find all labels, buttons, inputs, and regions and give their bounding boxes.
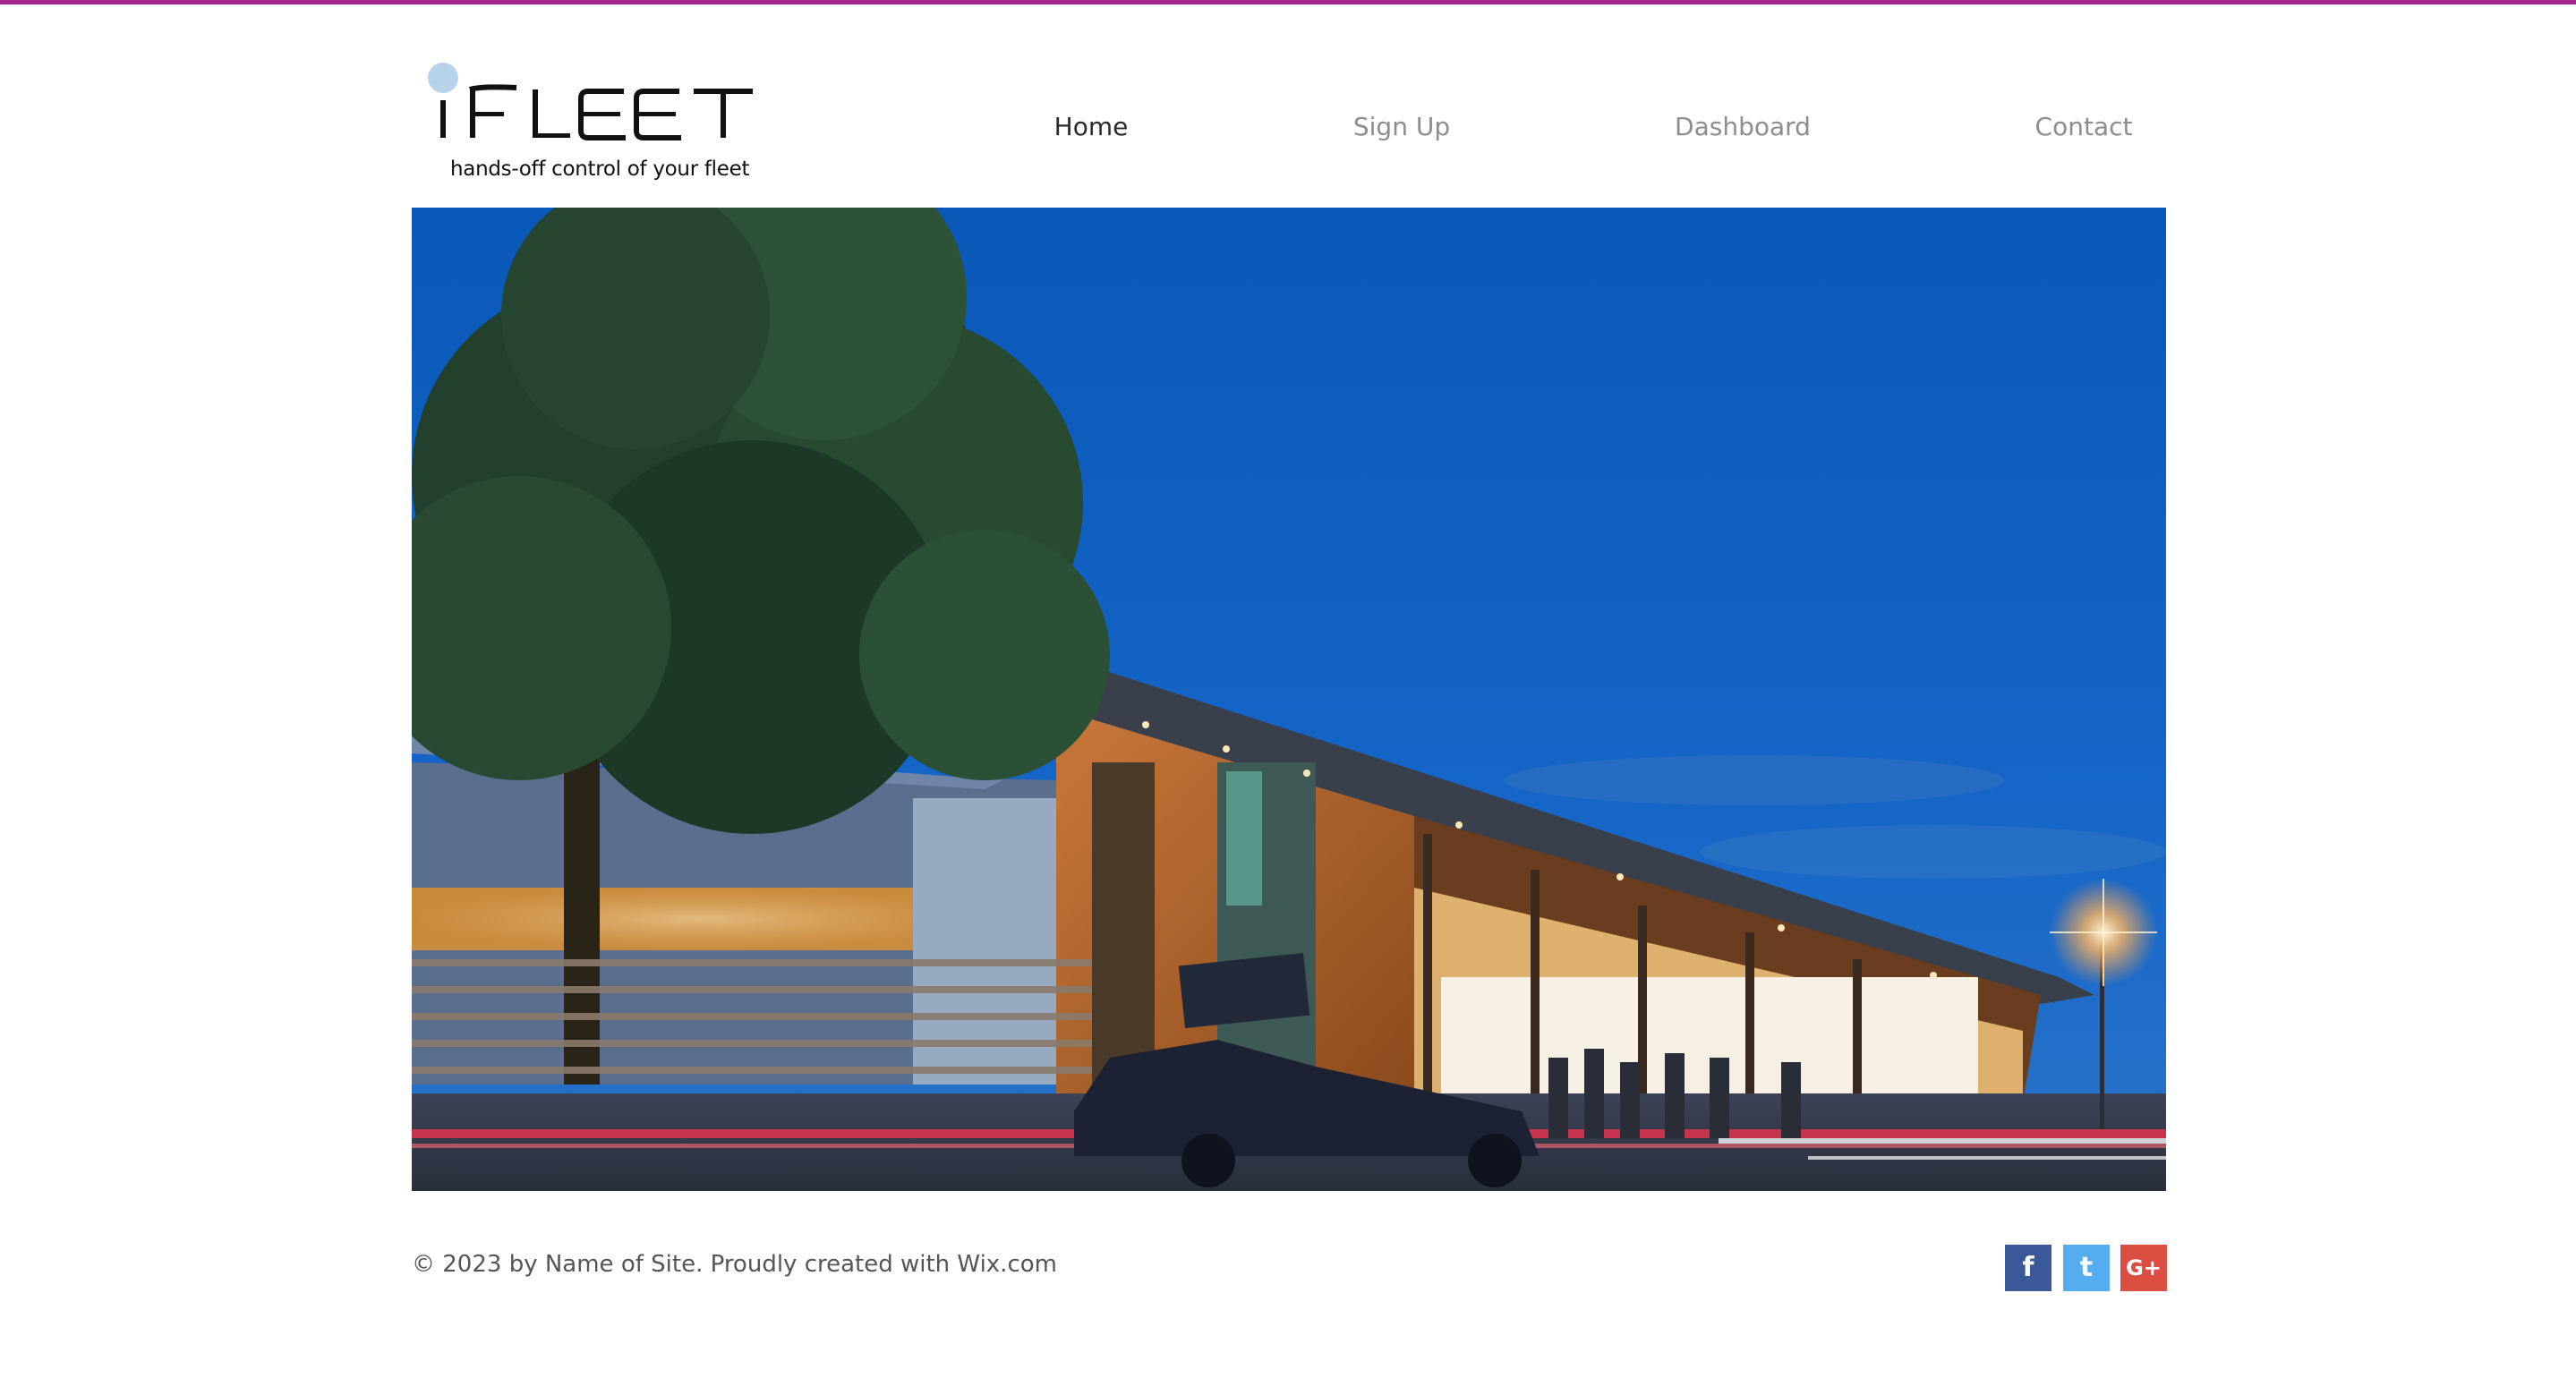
- nav-item-contact[interactable]: Contact: [2035, 106, 2133, 149]
- google-plus-icon: G+: [2126, 1255, 2162, 1280]
- hero-illustration: [412, 208, 2166, 1191]
- facebook-icon: f: [2022, 1252, 2034, 1283]
- nav-item-sign-up[interactable]: Sign Up: [1353, 106, 1450, 149]
- nav-item-home[interactable]: Home: [1054, 106, 1129, 149]
- logo-tagline: hands-off control of your fleet: [450, 157, 750, 181]
- nav-item-dashboard[interactable]: Dashboard: [1675, 106, 1811, 149]
- hero-image: [412, 208, 2166, 1191]
- twitter-link[interactable]: t: [2063, 1245, 2110, 1291]
- facebook-link[interactable]: f: [2005, 1245, 2051, 1291]
- twitter-icon: t: [2079, 1252, 2094, 1283]
- logo-wordmark: [428, 63, 753, 140]
- site-logo[interactable]: hands-off control of your fleet: [427, 61, 767, 191]
- footer-copyright: © 2023 by Name of Site. Proudly created …: [412, 1251, 1057, 1278]
- top-accent-bar: [0, 0, 2576, 4]
- google-plus-link[interactable]: G+: [2120, 1245, 2167, 1291]
